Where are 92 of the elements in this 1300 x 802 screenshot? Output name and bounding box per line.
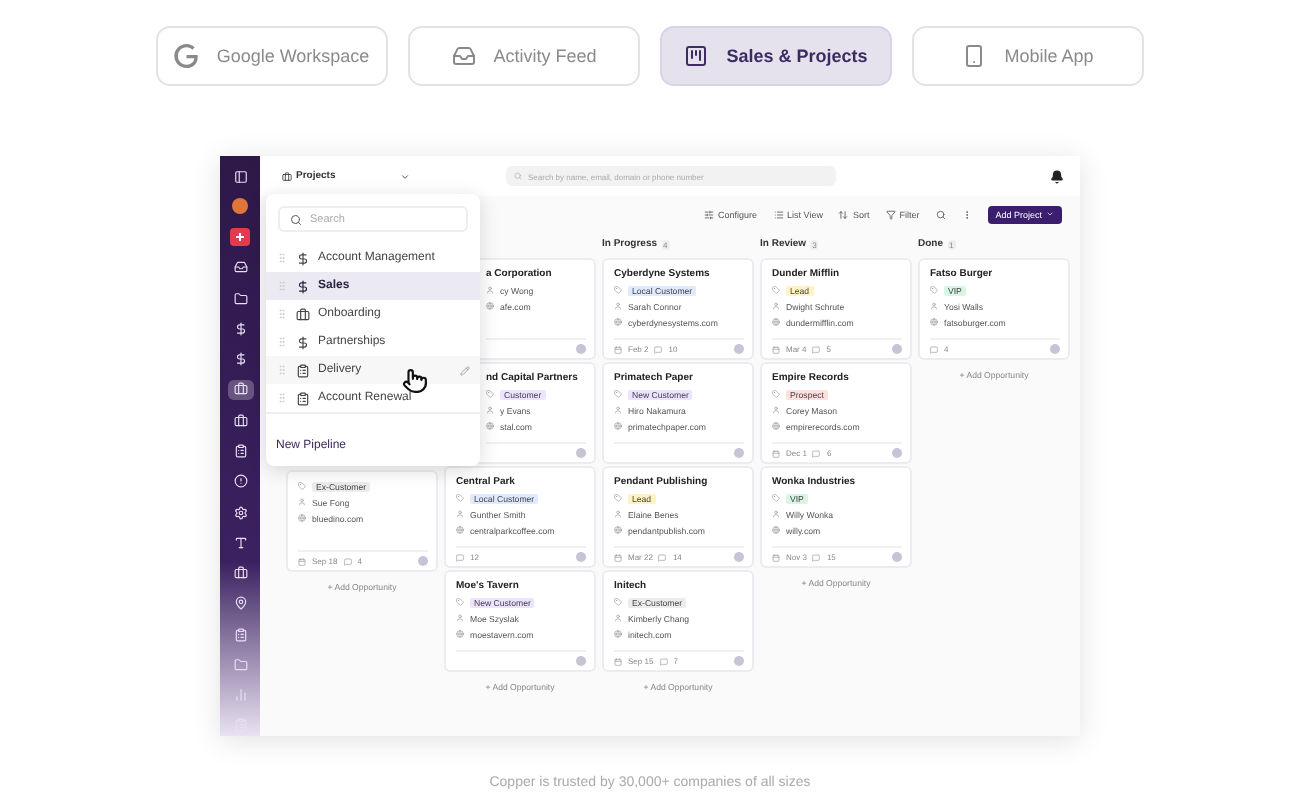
avatar-icon [576, 552, 586, 562]
comment-icon [812, 345, 821, 353]
comment-icon [659, 657, 668, 665]
globe-icon [486, 422, 494, 430]
tag-icon [456, 598, 464, 606]
briefcase-icon [296, 307, 310, 322]
tag-icon [614, 286, 622, 294]
sliders-icon [704, 209, 715, 219]
person-icon [772, 510, 780, 518]
tag-icon [456, 494, 464, 502]
google-icon [174, 44, 199, 68]
person-icon [772, 406, 780, 414]
kanban-icon [684, 44, 709, 68]
globe-icon [486, 302, 494, 310]
avatar-icon [418, 556, 428, 566]
tag-icon [772, 494, 780, 502]
person-icon [486, 286, 494, 294]
comment-icon [812, 449, 821, 457]
tag-icon [930, 286, 938, 294]
clipboard-icon [296, 391, 310, 405]
tag-icon [614, 598, 622, 606]
calendar-icon [298, 557, 306, 565]
search-icon[interactable] [935, 209, 946, 219]
tag-icon [772, 390, 780, 398]
avatar-icon[interactable] [227, 196, 253, 218]
globe-icon [614, 318, 622, 326]
avatar-icon [734, 552, 744, 562]
caret-icon [400, 171, 410, 181]
person-icon [930, 302, 938, 310]
person-icon [772, 302, 780, 310]
avatar-icon [892, 344, 902, 354]
briefcase-icon[interactable] [227, 379, 253, 401]
search-icon [290, 213, 302, 226]
person-icon [456, 510, 464, 518]
phone-icon [962, 44, 987, 68]
tag-icon [772, 286, 780, 294]
dollar-icon [296, 279, 310, 294]
person-icon [614, 302, 622, 310]
globe-icon [456, 526, 464, 534]
globe-icon [614, 422, 622, 430]
tag-icon [298, 482, 306, 490]
calendar-icon [614, 553, 622, 561]
calendar-icon [772, 553, 780, 561]
clipboard-icon [296, 363, 310, 378]
briefcase-icon [282, 171, 292, 181]
globe-icon [772, 526, 780, 534]
comment-icon [654, 345, 663, 353]
globe-icon [456, 630, 464, 638]
person-icon [298, 498, 306, 506]
comment-icon [456, 553, 464, 561]
calendar-icon [614, 657, 622, 665]
tab[interactable]: Sales & Projects [660, 26, 892, 86]
calendar-icon [614, 345, 622, 353]
person-icon [456, 614, 464, 622]
plus-icon[interactable] [227, 227, 253, 248]
bell-icon[interactable] [1050, 169, 1064, 183]
comment-icon [812, 553, 821, 561]
comment-icon [658, 553, 667, 561]
avatar-icon [734, 448, 744, 458]
person-icon [614, 406, 622, 414]
globe-icon [298, 514, 306, 522]
comment-icon [930, 345, 938, 353]
globe-icon [772, 318, 780, 326]
avatar-icon [576, 448, 586, 458]
filter-icon [885, 209, 896, 219]
hand-cursor-icon [402, 368, 428, 395]
search-icon [514, 172, 522, 180]
avatar-icon [892, 448, 902, 458]
avatar-icon [734, 344, 744, 354]
globe-icon [614, 526, 622, 534]
tag-icon [614, 390, 622, 398]
avatar-icon [892, 552, 902, 562]
tag-icon [614, 494, 622, 502]
avatar-icon [576, 344, 586, 354]
avatar-icon [1050, 344, 1060, 354]
globe-icon [930, 318, 938, 326]
inbox-icon [451, 44, 476, 68]
person-icon [486, 406, 494, 414]
globe-icon [614, 630, 622, 638]
dollar-icon [296, 251, 310, 266]
calendar-icon [772, 449, 780, 457]
person-icon [614, 510, 622, 518]
globe-icon [772, 422, 780, 430]
person-icon [614, 614, 622, 622]
list-icon [773, 209, 784, 219]
avatar-icon [734, 656, 744, 666]
tag-icon [486, 390, 494, 398]
sort-icon [838, 209, 849, 219]
dollar-icon [296, 335, 310, 350]
comment-icon [343, 557, 352, 565]
avatar-icon [576, 656, 586, 666]
calendar-icon [772, 345, 780, 353]
